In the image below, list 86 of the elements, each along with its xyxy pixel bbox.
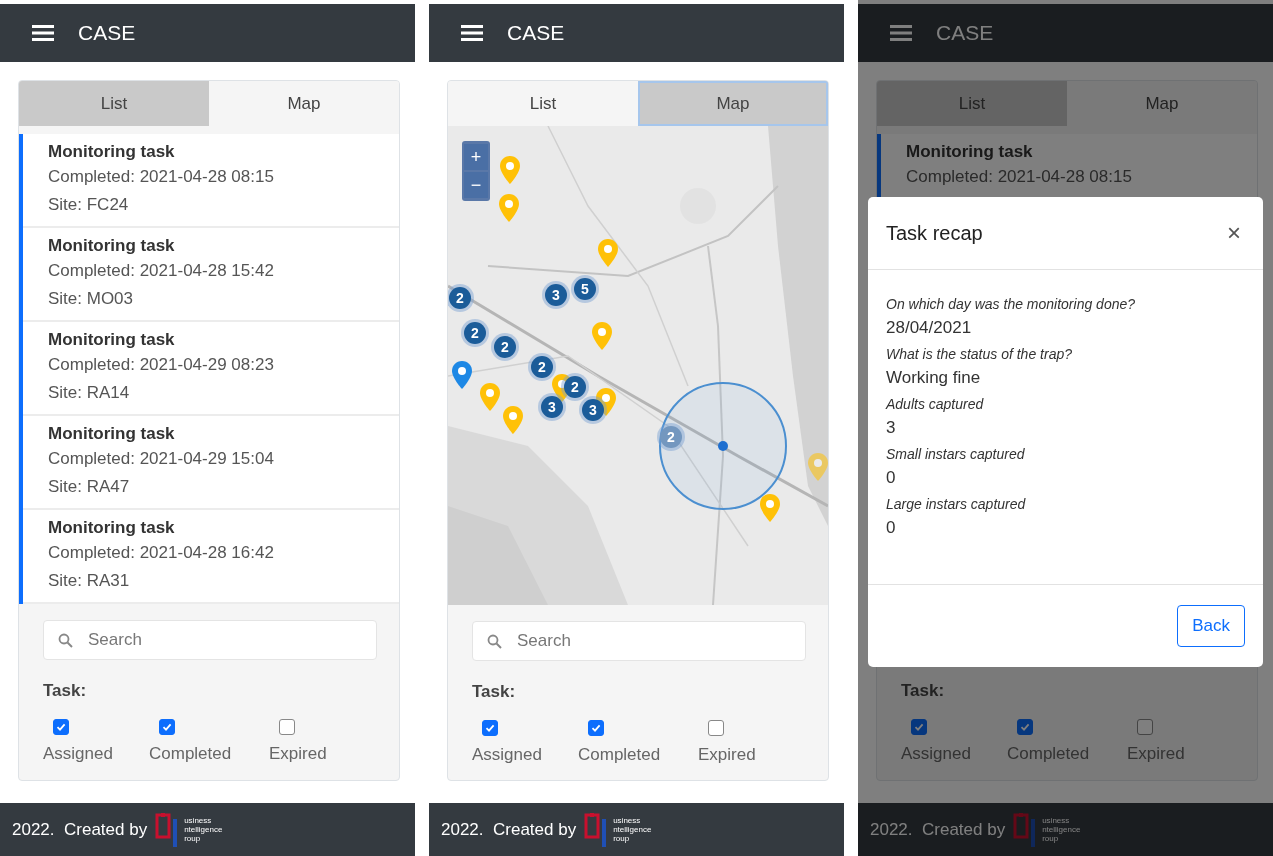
checkmark-icon: [914, 722, 924, 732]
answer-text: 3: [886, 417, 896, 439]
task-completed: Completed: 2021-04-29 15:04: [48, 448, 275, 470]
checkbox[interactable]: [1017, 719, 1033, 735]
task-site: Site: RA14: [48, 382, 131, 404]
checkbox[interactable]: [588, 720, 604, 736]
task-title: Monitoring task: [48, 517, 176, 539]
checkbox-label: Completed: [1007, 744, 1090, 764]
logo-text: usiness: [1042, 816, 1071, 825]
question-label: Adults captured: [886, 395, 984, 414]
checkbox[interactable]: [53, 719, 69, 735]
checkbox[interactable]: [1137, 719, 1153, 735]
checkbox[interactable]: [279, 719, 295, 735]
search-field[interactable]: Search: [472, 621, 806, 661]
logo-text: ntelligence: [613, 825, 652, 834]
checkbox[interactable]: [911, 719, 927, 735]
answer-text: 0: [886, 467, 896, 489]
checkbox-label: Completed: [578, 745, 661, 765]
task-site: Site: RA47: [48, 476, 131, 498]
logo-text: usiness: [184, 816, 213, 825]
task-item[interactable]: Monitoring task Completed: 2021-04-29 15:04 Site: RA47: [23, 416, 399, 508]
checkmark-icon: [591, 723, 601, 733]
checkmark-icon: [485, 723, 495, 733]
task-title: Monitoring task: [48, 235, 176, 257]
task-title: Monitoring task: [48, 141, 176, 163]
answer-text: 0: [886, 517, 896, 539]
checkbox-label: Expired: [269, 744, 327, 764]
back-button[interactable]: Back: [1177, 605, 1245, 647]
tab[interactable]: List: [19, 81, 209, 126]
checkbox-label: Expired: [1127, 744, 1185, 764]
checkmark-icon: [56, 722, 66, 732]
task-title: Monitoring task: [906, 141, 1034, 163]
task-completed: Completed: 2021-04-28 08:15: [48, 166, 275, 188]
task-item[interactable]: Monitoring task Completed: 2021-04-28 08:15 Site: FC24: [23, 134, 399, 226]
menu-icon[interactable]: [32, 24, 54, 42]
footer-text: 2022. Created by: [12, 819, 148, 840]
footer-text: 2022. Created by: [441, 819, 577, 840]
question-label: Small instars captured: [886, 445, 1025, 464]
logo-text: roup: [613, 834, 631, 843]
question-label: What is the status of the trap?: [886, 345, 1072, 364]
task-title: Monitoring task: [48, 423, 176, 445]
filter-label: Task:: [901, 681, 945, 701]
answer-text: Working fine: [886, 367, 981, 389]
zoom-out-button[interactable]: −: [464, 172, 488, 198]
task-completed: Completed: 2021-04-28 15:42: [48, 260, 275, 282]
filter-label: Task:: [43, 681, 87, 701]
checkbox-label: Assigned: [901, 744, 971, 764]
task-item[interactable]: Monitoring task Completed: 2021-04-28 15:42 Site: MO03: [23, 228, 399, 320]
footer-text: 2022. Created by: [870, 819, 1006, 840]
checkbox-label: Expired: [698, 745, 756, 765]
task-completed: Completed: 2021-04-28 08:15: [906, 166, 1133, 188]
search-icon: [58, 633, 73, 648]
logo-text: usiness: [613, 816, 642, 825]
task-completed: Completed: 2021-04-28 16:42: [48, 542, 275, 564]
app-title: CASE: [936, 21, 994, 45]
search-icon: [487, 634, 502, 649]
map-pin-icon[interactable]: [452, 361, 472, 389]
task-site: Site: MO03: [48, 288, 135, 310]
checkbox[interactable]: [708, 720, 724, 736]
tab[interactable]: Map: [638, 81, 828, 126]
app-title: CASE: [78, 21, 136, 45]
checkbox-label: Completed: [149, 744, 232, 764]
checkmark-icon: [162, 722, 172, 732]
question-label: Large instars captured: [886, 495, 1026, 514]
checkbox[interactable]: [159, 719, 175, 735]
logo-text: roup: [1042, 834, 1060, 843]
zoom-in-button[interactable]: +: [464, 144, 488, 170]
checkmark-icon: [1020, 722, 1030, 732]
task-site: Site: RA31: [48, 570, 131, 592]
question-label: On which day was the monitoring done?: [886, 295, 1136, 314]
app-title: CASE: [507, 21, 565, 45]
task-site: Site: FC24: [48, 194, 130, 216]
menu-icon[interactable]: [461, 24, 483, 42]
task-item[interactable]: Monitoring task Completed: 2021-04-28 16:42 Site: RA31: [23, 510, 399, 602]
search-field[interactable]: Search: [43, 620, 377, 660]
answer-text: 28/04/2021: [886, 317, 972, 339]
task-title: Monitoring task: [48, 329, 176, 351]
task-completed: Completed: 2021-04-29 08:23: [48, 354, 275, 376]
checkbox[interactable]: [482, 720, 498, 736]
checkbox-label: Assigned: [43, 744, 113, 764]
logo-text: ntelligence: [1042, 825, 1081, 834]
task-item[interactable]: Monitoring task Completed: 2021-04-29 08:23 Site: RA14: [23, 322, 399, 414]
logo-text: roup: [184, 834, 202, 843]
checkbox-label: Assigned: [472, 745, 542, 765]
logo-text: ntelligence: [184, 825, 223, 834]
filter-label: Task:: [472, 682, 516, 702]
